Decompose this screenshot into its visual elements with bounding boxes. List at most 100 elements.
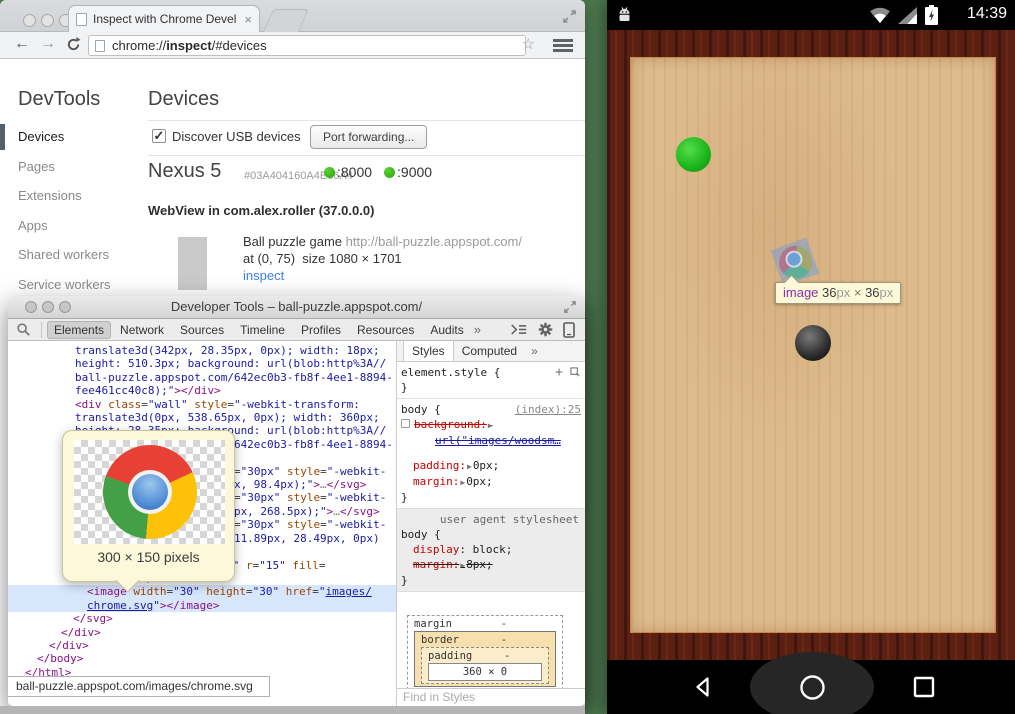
devtools-tab-resources[interactable]: Resources: [350, 321, 421, 339]
page-icon: [95, 40, 105, 52]
code-line[interactable]: </div>: [8, 626, 396, 639]
devtools-tab-network[interactable]: Network: [113, 321, 171, 339]
sidebar-item-pages[interactable]: Pages: [18, 159, 55, 174]
find-in-styles-input[interactable]: Find in Styles: [397, 688, 585, 706]
wifi-icon: [869, 6, 891, 24]
chrome-logo-image: [103, 445, 197, 539]
home-button[interactable]: [799, 674, 826, 701]
code-line[interactable]: </svg>: [8, 612, 396, 625]
usb-debugging-droid-icon: [617, 6, 632, 24]
console-drawer-icon[interactable]: [510, 323, 528, 336]
page-entry-geometry: at (0, 75) size 1080 × 1701: [243, 251, 402, 266]
sidebar-item-extensions[interactable]: Extensions: [18, 188, 82, 203]
chrome-logo-ball[interactable]: [774, 241, 816, 283]
tabs-overflow-chevron[interactable]: »: [472, 322, 483, 337]
url-text: chrome://inspect/#devices: [112, 38, 267, 53]
android-status-bar: 14:39: [607, 0, 1015, 30]
code-line[interactable]: <image width="30" height="30" href="imag…: [8, 585, 396, 598]
discover-usb-checkbox[interactable]: ✓: [152, 129, 166, 143]
body-rule-section: body {(index):25 background:▶ url("image…: [397, 399, 585, 509]
page-entry-url: http://ball-puzzle.appspot.com/: [346, 234, 522, 249]
transparency-checkerboard: [74, 440, 225, 544]
background-image-link[interactable]: url("images/woodsm…: [435, 434, 561, 447]
page-entry-title: Ball puzzle game http://ball-puzzle.apps…: [243, 234, 522, 249]
code-line[interactable]: ball-puzzle.appspot.com/642ec0b3-fb8f-4e…: [8, 371, 396, 384]
tab-styles[interactable]: Styles: [403, 341, 454, 361]
code-line[interactable]: translate3d(0px, 538.65px, 0px); width: …: [8, 411, 396, 424]
menu-icon[interactable]: [553, 39, 573, 54]
window-close-button[interactable]: [23, 14, 36, 27]
devtools-titlebar[interactable]: Developer Tools – ball-puzzle.appspot.co…: [8, 296, 585, 319]
port-status-dot-icon: [324, 167, 335, 178]
devtools-tab-audits[interactable]: Audits: [423, 321, 470, 339]
devtools-window: Developer Tools – ball-puzzle.appspot.co…: [8, 296, 585, 706]
browser-toolbar: ← → chrome://inspect/#devices ☆: [0, 32, 585, 59]
device-name: Nexus 5: [148, 160, 221, 183]
page-favicon-icon: [76, 13, 87, 26]
device-ports: :8000 :9000: [324, 164, 432, 180]
port-badge: :8000: [324, 164, 372, 180]
property-enable-checkbox[interactable]: [401, 419, 410, 428]
styles-tabs-overflow-chevron[interactable]: »: [525, 341, 544, 361]
green-ball[interactable]: [676, 137, 711, 172]
code-line[interactable]: translate3d(342px, 28.35px, 0px); width:…: [8, 344, 396, 357]
fullscreen-arrows-icon[interactable]: [563, 300, 577, 314]
divider: [148, 120, 585, 121]
code-line[interactable]: </body>: [8, 652, 396, 665]
settings-gear-icon[interactable]: [538, 322, 553, 337]
element-style-section: element.style { + }: [397, 362, 585, 399]
back-button[interactable]: ←: [14, 35, 30, 53]
code-line[interactable]: <div class="wall" style="-webkit-transfo…: [8, 398, 396, 411]
code-line[interactable]: height: 510.3px; background: url(blob:ht…: [8, 357, 396, 370]
tab-strip: Inspect with Chrome Devel ×: [0, 0, 585, 32]
user-agent-rule-section: user agent stylesheet body { display: bl…: [397, 509, 585, 592]
page-thumbnail: [178, 237, 207, 290]
box-model-diagram[interactable]: margin- border- padding- 360 × 0: [407, 615, 563, 688]
devtools-brand: DevTools: [18, 88, 100, 111]
dock-device-icon[interactable]: [563, 322, 575, 338]
sidebar-item-service-workers[interactable]: Service workers: [18, 277, 110, 292]
page-title: Devices: [148, 88, 219, 111]
forward-button[interactable]: →: [40, 35, 56, 53]
rule-source-link[interactable]: (index):25: [515, 402, 581, 417]
recents-button[interactable]: [913, 676, 935, 698]
back-button[interactable]: [690, 674, 716, 700]
window-minimize-button[interactable]: [41, 14, 54, 27]
tab-close-icon[interactable]: ×: [244, 13, 252, 26]
image-preview-tooltip: 300 × 150 pixels: [62, 430, 235, 582]
devtools-tab-sources[interactable]: Sources: [173, 321, 231, 339]
browser-tab[interactable]: Inspect with Chrome Devel ×: [68, 5, 260, 32]
element-size-tooltip: image 36px × 36px: [775, 282, 901, 304]
sidebar-selection-marker: [0, 124, 5, 150]
styles-pane: Styles Computed » element.style { + } bo…: [396, 341, 585, 706]
window-zoom-button[interactable]: [59, 301, 71, 313]
url-bar[interactable]: chrome://inspect/#devices: [88, 35, 526, 56]
dark-ball[interactable]: [795, 325, 831, 361]
code-line[interactable]: fee461cc40c8);"></div>: [8, 384, 396, 397]
element-state-icon[interactable]: [570, 367, 581, 378]
code-line[interactable]: chrome.svg"></image>: [8, 599, 396, 612]
inspect-element-search-icon[interactable]: [8, 322, 37, 337]
sidebar-item-apps[interactable]: Apps: [18, 218, 48, 233]
sidebar-item-shared-workers[interactable]: Shared workers: [18, 247, 109, 262]
bookmark-star-icon[interactable]: ☆: [522, 35, 535, 53]
android-screen: 14:39 image 36px × 36px: [607, 0, 1015, 714]
code-line[interactable]: </div>: [8, 639, 396, 652]
status-link-tooltip: ball-puzzle.appspot.com/images/chrome.sv…: [8, 676, 270, 697]
devtools-tab-elements[interactable]: Elements: [47, 321, 111, 339]
fullscreen-arrows-icon[interactable]: [562, 9, 577, 24]
new-style-rule-plus-icon[interactable]: +: [555, 365, 563, 380]
devtools-tab-timeline[interactable]: Timeline: [233, 321, 292, 339]
divider: [148, 155, 585, 156]
tab-computed[interactable]: Computed: [454, 341, 525, 361]
sidebar-item-devices[interactable]: Devices: [18, 129, 64, 144]
port-forwarding-button[interactable]: Port forwarding...: [310, 125, 427, 149]
reload-button[interactable]: [66, 37, 81, 52]
devtools-tab-profiles[interactable]: Profiles: [294, 321, 348, 339]
divider: [41, 322, 42, 338]
new-tab-button[interactable]: [263, 9, 309, 32]
port-badge: :9000: [384, 164, 432, 180]
window-close-button[interactable]: [25, 301, 37, 313]
inspect-link[interactable]: inspect: [243, 268, 284, 283]
window-minimize-button[interactable]: [42, 301, 54, 313]
